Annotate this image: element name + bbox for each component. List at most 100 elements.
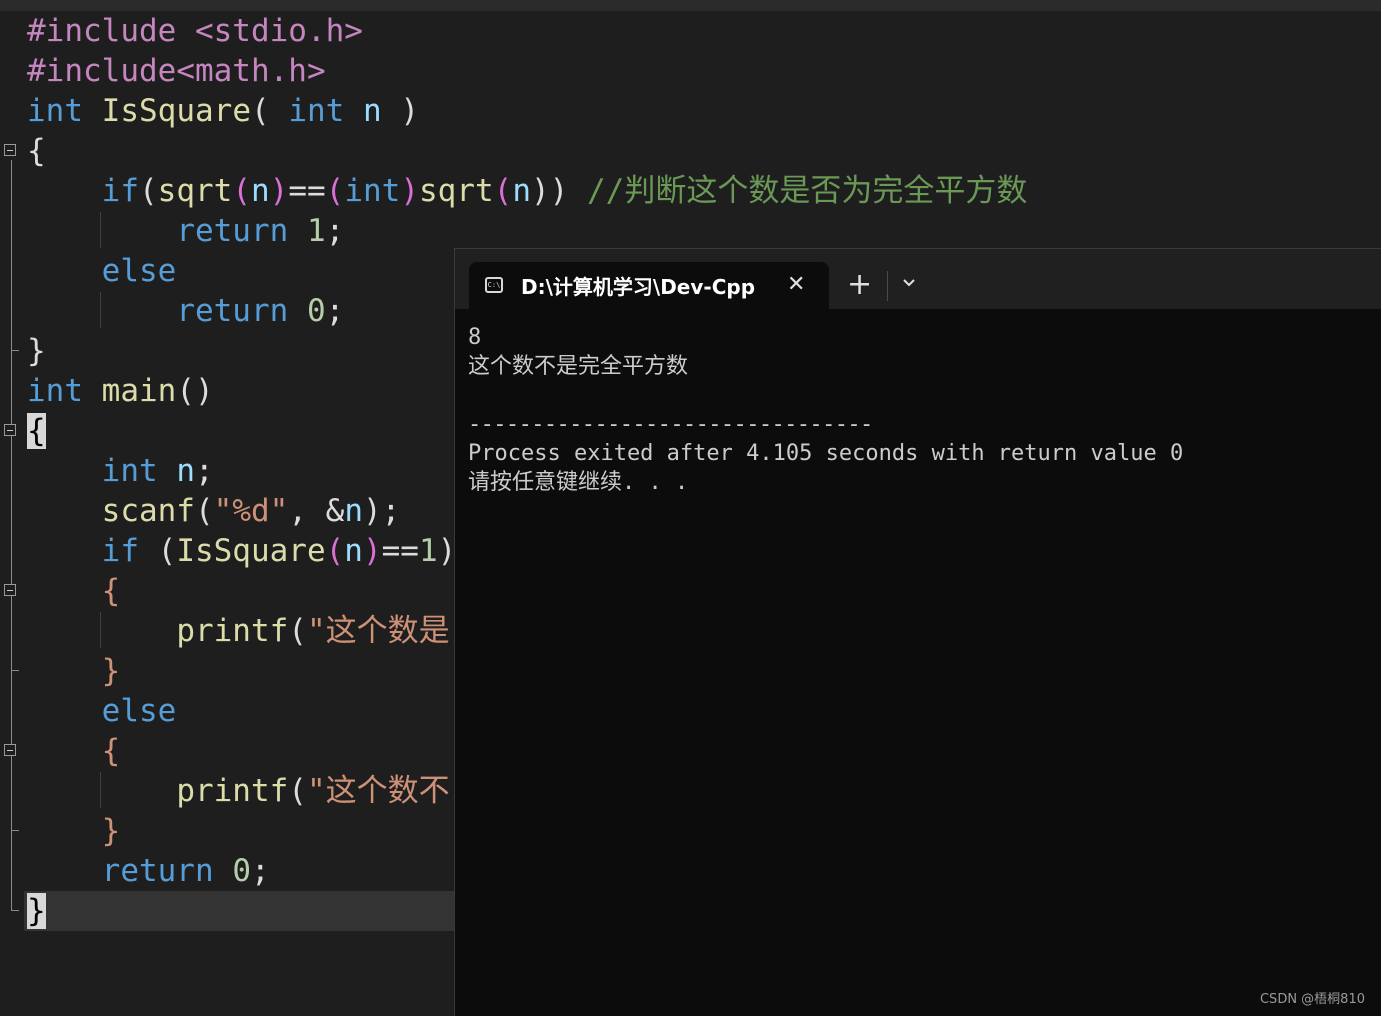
code-token: ( — [232, 173, 251, 209]
code-line[interactable]: int main() — [27, 371, 214, 411]
code-token: if — [101, 173, 139, 209]
terminal-output[interactable]: 8 这个数不是完全平方数 ---------------------------… — [468, 323, 1381, 497]
code-token: 0 — [306, 293, 326, 329]
code-token: int — [27, 93, 83, 129]
terminal-window[interactable]: C:\ D:\计算机学习\Dev-Cpp ✕ + 8 这个数不是完全平方数 --… — [454, 248, 1381, 1016]
code-token: 1 — [418, 533, 438, 569]
code-line[interactable]: printf("这个数是 — [27, 611, 450, 651]
code-line[interactable]: } — [27, 891, 46, 931]
code-token: #include <stdio.h> — [27, 13, 363, 49]
fold-guide-line — [11, 160, 12, 910]
code-token: ( — [194, 493, 214, 529]
code-token: sqrt — [419, 173, 494, 209]
fold-toggle-if-block[interactable] — [4, 584, 16, 596]
code-token: == — [288, 173, 326, 209]
code-line[interactable]: printf("这个数不 — [27, 771, 449, 811]
close-tab-button[interactable]: ✕ — [787, 270, 805, 300]
code-token: )) — [531, 173, 569, 209]
code-line[interactable]: return 0; — [27, 291, 344, 331]
code-token: n — [512, 173, 531, 209]
code-token: ) — [269, 173, 289, 209]
code-token: ; — [250, 853, 270, 889]
code-line[interactable]: if(sqrt(n)==(int)sqrt(n)) //判断这个数是否为完全平方… — [27, 171, 1028, 211]
dropdown-button[interactable] — [899, 273, 919, 293]
terminal-pause-prompt: 请按任意键继续. . . — [468, 470, 689, 495]
code-line[interactable]: else — [27, 691, 177, 731]
code-token: return — [176, 213, 289, 249]
code-token: return — [176, 293, 289, 329]
code-token: scanf — [101, 493, 195, 529]
code-line[interactable]: { — [27, 411, 46, 451]
terminal-result-line: 这个数不是完全平方数 — [468, 354, 689, 379]
terminal-tab-title: D:\计算机学习\Dev-Cpp — [521, 275, 756, 299]
code-token: { — [101, 733, 121, 769]
terminal-icon: C:\ — [485, 277, 503, 293]
terminal-tab[interactable]: C:\ D:\计算机学习\Dev-Cpp ✕ — [469, 262, 829, 310]
code-line[interactable]: scanf("%d", &n); — [27, 491, 401, 531]
code-line[interactable]: { — [27, 131, 46, 171]
code-line[interactable]: return 1; — [27, 211, 344, 251]
code-line[interactable]: { — [27, 731, 121, 771]
code-token: ( — [325, 173, 345, 209]
code-token: } — [27, 333, 46, 369]
code-line[interactable]: if (IsSquare(n)==1) — [27, 531, 457, 571]
fold-toggle-issquare[interactable] — [4, 144, 16, 156]
terminal-input-echo: 8 — [468, 325, 482, 350]
code-line[interactable]: } — [27, 811, 121, 851]
code-line[interactable]: { — [27, 571, 121, 611]
code-line[interactable]: int IsSquare( int n ) — [27, 91, 419, 131]
terminal-exit-message: Process exited after 4.105 seconds with … — [468, 441, 1184, 466]
code-token: #include<math.h> — [27, 53, 326, 89]
code-token: "这个数是 — [306, 613, 450, 649]
code-line[interactable]: else — [27, 251, 177, 291]
code-token: } — [101, 813, 121, 849]
fold-toggle-main[interactable] — [4, 424, 16, 436]
code-token: else — [101, 253, 177, 289]
code-token: ) — [400, 173, 419, 209]
code-token: ) — [381, 93, 419, 129]
code-token: } — [27, 893, 46, 929]
code-line[interactable]: #include <stdio.h> — [27, 11, 363, 51]
code-line[interactable]: return 0; — [27, 851, 270, 891]
code-token: printf — [176, 613, 289, 649]
code-line[interactable]: int n; — [27, 451, 214, 491]
watermark: CSDN @梧桐810 — [1259, 992, 1365, 1007]
code-line[interactable]: } — [27, 331, 46, 371]
code-token: printf — [176, 773, 289, 809]
fold-end-marker — [11, 670, 19, 671]
new-tab-button[interactable]: + — [847, 267, 872, 303]
code-token: } — [101, 653, 121, 689]
code-token: { — [27, 413, 46, 449]
fold-toggle-else-block[interactable] — [4, 744, 16, 756]
code-token: int — [288, 93, 345, 129]
editor-tab-strip — [0, 0, 1381, 11]
code-token: n — [344, 533, 363, 569]
code-token: , & — [288, 493, 345, 529]
code-token: ; — [195, 453, 214, 489]
code-token: ); — [362, 493, 401, 529]
code-line[interactable]: } — [27, 651, 121, 691]
code-token: ; — [325, 293, 345, 329]
fold-end-marker — [11, 350, 19, 351]
code-line[interactable]: #include<math.h> — [27, 51, 326, 91]
code-token: sqrt — [157, 173, 233, 209]
code-token: //判断这个数是否为完全平方数 — [587, 173, 1028, 209]
code-token: ( — [493, 173, 513, 209]
